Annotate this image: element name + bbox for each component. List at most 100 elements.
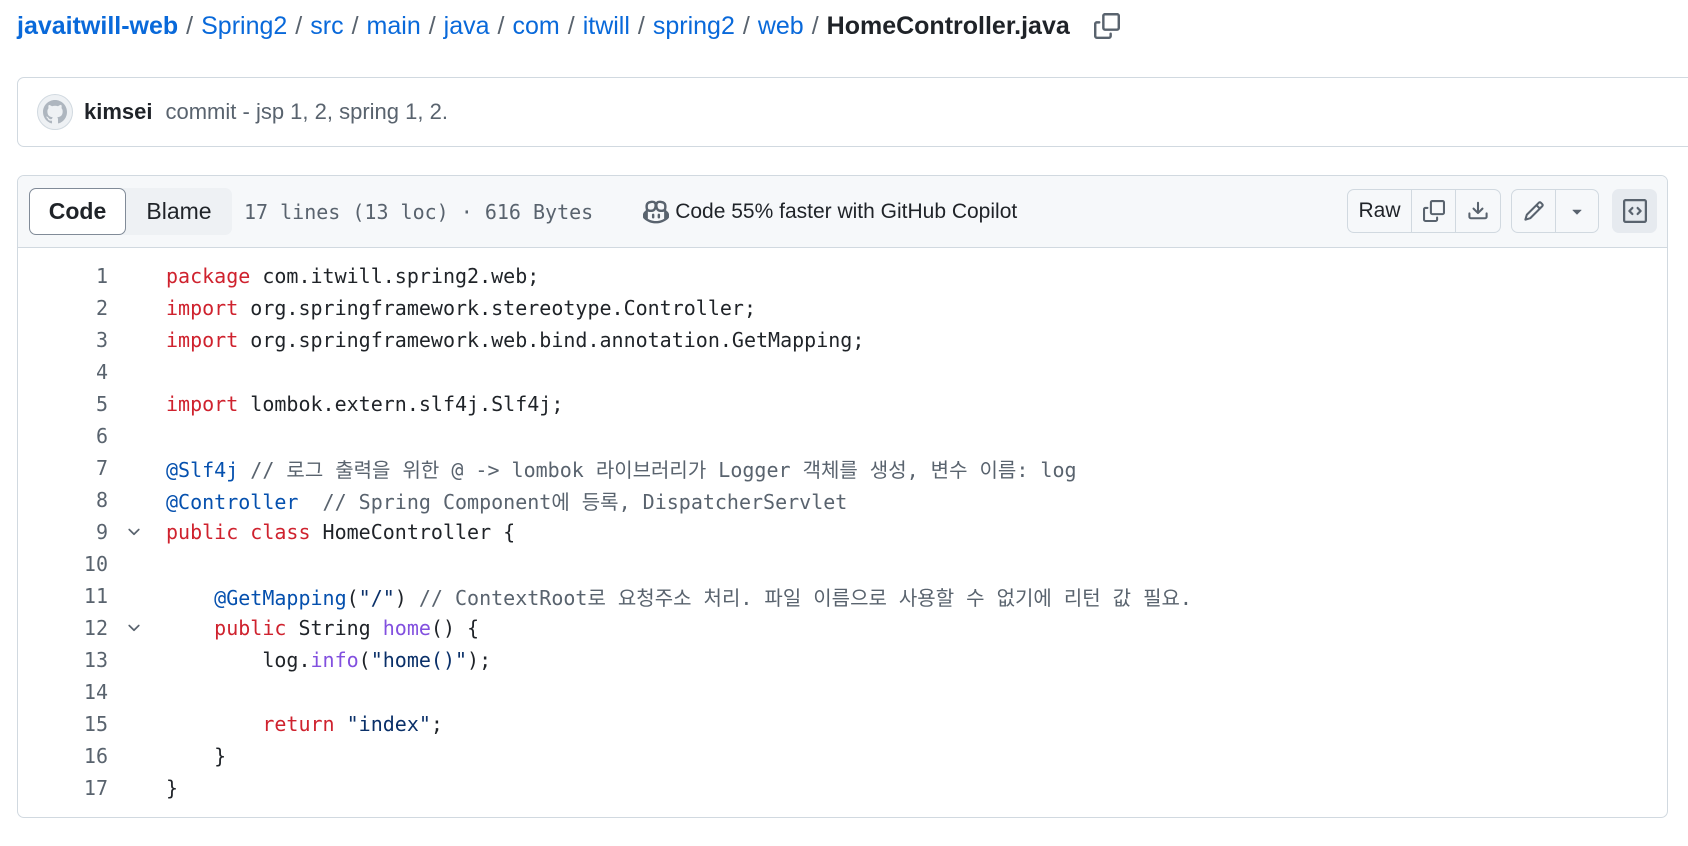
- code-line: 11 @GetMapping("/") // ContextRoot로 요청주소…: [18, 580, 1667, 612]
- code-line: 14: [18, 676, 1667, 708]
- breadcrumb-link-com[interactable]: com: [513, 12, 560, 41]
- breadcrumb-link-java[interactable]: java: [444, 12, 490, 41]
- copy-path-button[interactable]: [1092, 11, 1122, 41]
- code-token: ): [394, 585, 419, 610]
- avatar[interactable]: [37, 94, 73, 130]
- tab-code[interactable]: Code: [29, 188, 126, 235]
- code-token: import: [166, 296, 239, 320]
- breadcrumb-link-itwill[interactable]: itwill: [583, 12, 630, 41]
- commit-author-link[interactable]: kimsei: [84, 99, 153, 125]
- breadcrumb-repo-link[interactable]: javaitwill-web: [17, 12, 178, 41]
- code-line: 13 log.info("home()");: [18, 644, 1667, 676]
- copy-icon: [1093, 13, 1120, 39]
- code-token: info: [310, 648, 359, 672]
- code-token: lombok.extern.slf4j.Slf4j;: [238, 392, 564, 416]
- line-number[interactable]: 12: [18, 616, 108, 640]
- line-number[interactable]: 5: [18, 392, 108, 416]
- line-number[interactable]: 6: [18, 424, 108, 448]
- tab-blame[interactable]: Blame: [126, 188, 232, 235]
- line-number[interactable]: 10: [18, 552, 108, 576]
- line-content: public class HomeController {: [166, 520, 515, 544]
- edit-file-button[interactable]: [1512, 190, 1556, 232]
- line-number[interactable]: 11: [18, 584, 108, 608]
- code-line: 9 public class HomeController {: [18, 516, 1667, 548]
- code-token: // ContextRoot로 요청주소 처리. 파일 이름으로 사용할 수 없…: [418, 585, 1192, 610]
- line-number[interactable]: 7: [18, 456, 108, 480]
- raw-button[interactable]: Raw: [1348, 190, 1412, 232]
- code-token: // 로그 출력을 위한 @ -> lombok 라이브러리가 Logger 객…: [250, 457, 1077, 482]
- fold-toggle-button[interactable]: [124, 522, 144, 542]
- code-line: 1 package com.itwill.spring2.web;: [18, 260, 1667, 292]
- breadcrumb-separator: /: [637, 11, 645, 40]
- breadcrumb-link-spring2[interactable]: Spring2: [201, 12, 287, 41]
- edit-more-dropdown[interactable]: [1556, 190, 1598, 232]
- code-token: );: [467, 648, 492, 672]
- breadcrumb-separator: /: [351, 11, 359, 40]
- commit-message-link[interactable]: commit - jsp 1, 2, spring 1, 2.: [166, 99, 448, 125]
- file-header: Code Blame 17 lines (13 loc) · 616 Bytes…: [18, 176, 1667, 248]
- symbols-panel-button[interactable]: [1612, 189, 1657, 233]
- code-token: (: [346, 585, 359, 610]
- breadcrumb-link-main[interactable]: main: [367, 12, 421, 41]
- code-token: public: [214, 616, 287, 640]
- code-token: com.itwill.spring2.web;: [250, 264, 540, 288]
- line-content: }: [166, 776, 178, 800]
- edit-actions-group: [1511, 189, 1599, 233]
- line-content: @Slf4j // 로그 출력을 위한 @ -> lombok 라이브러리가 L…: [166, 454, 1077, 483]
- line-number[interactable]: 14: [18, 680, 108, 704]
- breadcrumb-separator: /: [567, 11, 575, 40]
- fold-toggle-button[interactable]: [124, 618, 144, 638]
- breadcrumb-separator: /: [742, 11, 750, 40]
- line-number[interactable]: 4: [18, 360, 108, 384]
- raw-actions-group: Raw: [1347, 189, 1501, 233]
- code-token: class: [250, 520, 311, 544]
- code-token: import: [166, 328, 239, 352]
- code-token: (: [358, 648, 371, 672]
- line-number[interactable]: 13: [18, 648, 108, 672]
- breadcrumb-link-spring2-pkg[interactable]: spring2: [653, 12, 735, 41]
- raw-label: Raw: [1358, 199, 1401, 222]
- line-number[interactable]: 8: [18, 488, 108, 512]
- breadcrumb-link-src[interactable]: src: [310, 12, 343, 41]
- code-token: home: [382, 616, 431, 640]
- code-token: import: [166, 392, 239, 416]
- line-number[interactable]: 2: [18, 296, 108, 320]
- line-content: log.info("home()");: [166, 648, 491, 672]
- line-content: import org.springframework.web.bind.anno…: [166, 328, 864, 352]
- breadcrumb: javaitwill-web / Spring2 / src / main / …: [17, 8, 1122, 44]
- copy-icon: [1422, 200, 1445, 222]
- line-number[interactable]: 1: [18, 264, 108, 288]
- code-line: 12 public String home() {: [18, 612, 1667, 644]
- download-raw-button[interactable]: [1456, 190, 1500, 232]
- line-number[interactable]: 17: [18, 776, 108, 800]
- code-token: public: [166, 520, 239, 544]
- line-number[interactable]: 3: [18, 328, 108, 352]
- code-token: @Controller: [166, 489, 299, 514]
- breadcrumb-separator: /: [428, 11, 436, 40]
- code-line: 10: [18, 548, 1667, 580]
- triangle-down-icon: [1572, 209, 1582, 215]
- copilot-icon: [643, 200, 670, 223]
- code-token: "home()": [370, 648, 468, 672]
- view-mode-toggle: Code Blame: [29, 188, 232, 235]
- code-token: ;: [430, 712, 443, 736]
- line-number[interactable]: 16: [18, 744, 108, 768]
- code-token: return: [262, 712, 335, 736]
- code-token: @GetMapping: [214, 585, 347, 610]
- line-number[interactable]: 15: [18, 712, 108, 736]
- breadcrumb-separator: /: [186, 11, 194, 40]
- breadcrumb-link-web[interactable]: web: [758, 12, 804, 41]
- line-content: }: [166, 744, 226, 768]
- file-meta: 17 lines (13 loc) · 616 Bytes: [244, 199, 594, 224]
- code-token: org.springframework.web.bind.annotation.…: [238, 328, 865, 352]
- copy-raw-button[interactable]: [1412, 190, 1456, 232]
- line-number[interactable]: 9: [18, 520, 108, 544]
- copilot-promo-button[interactable]: Code 55% faster with GitHub Copilot: [643, 199, 1017, 225]
- chevron-down-icon: [128, 624, 140, 632]
